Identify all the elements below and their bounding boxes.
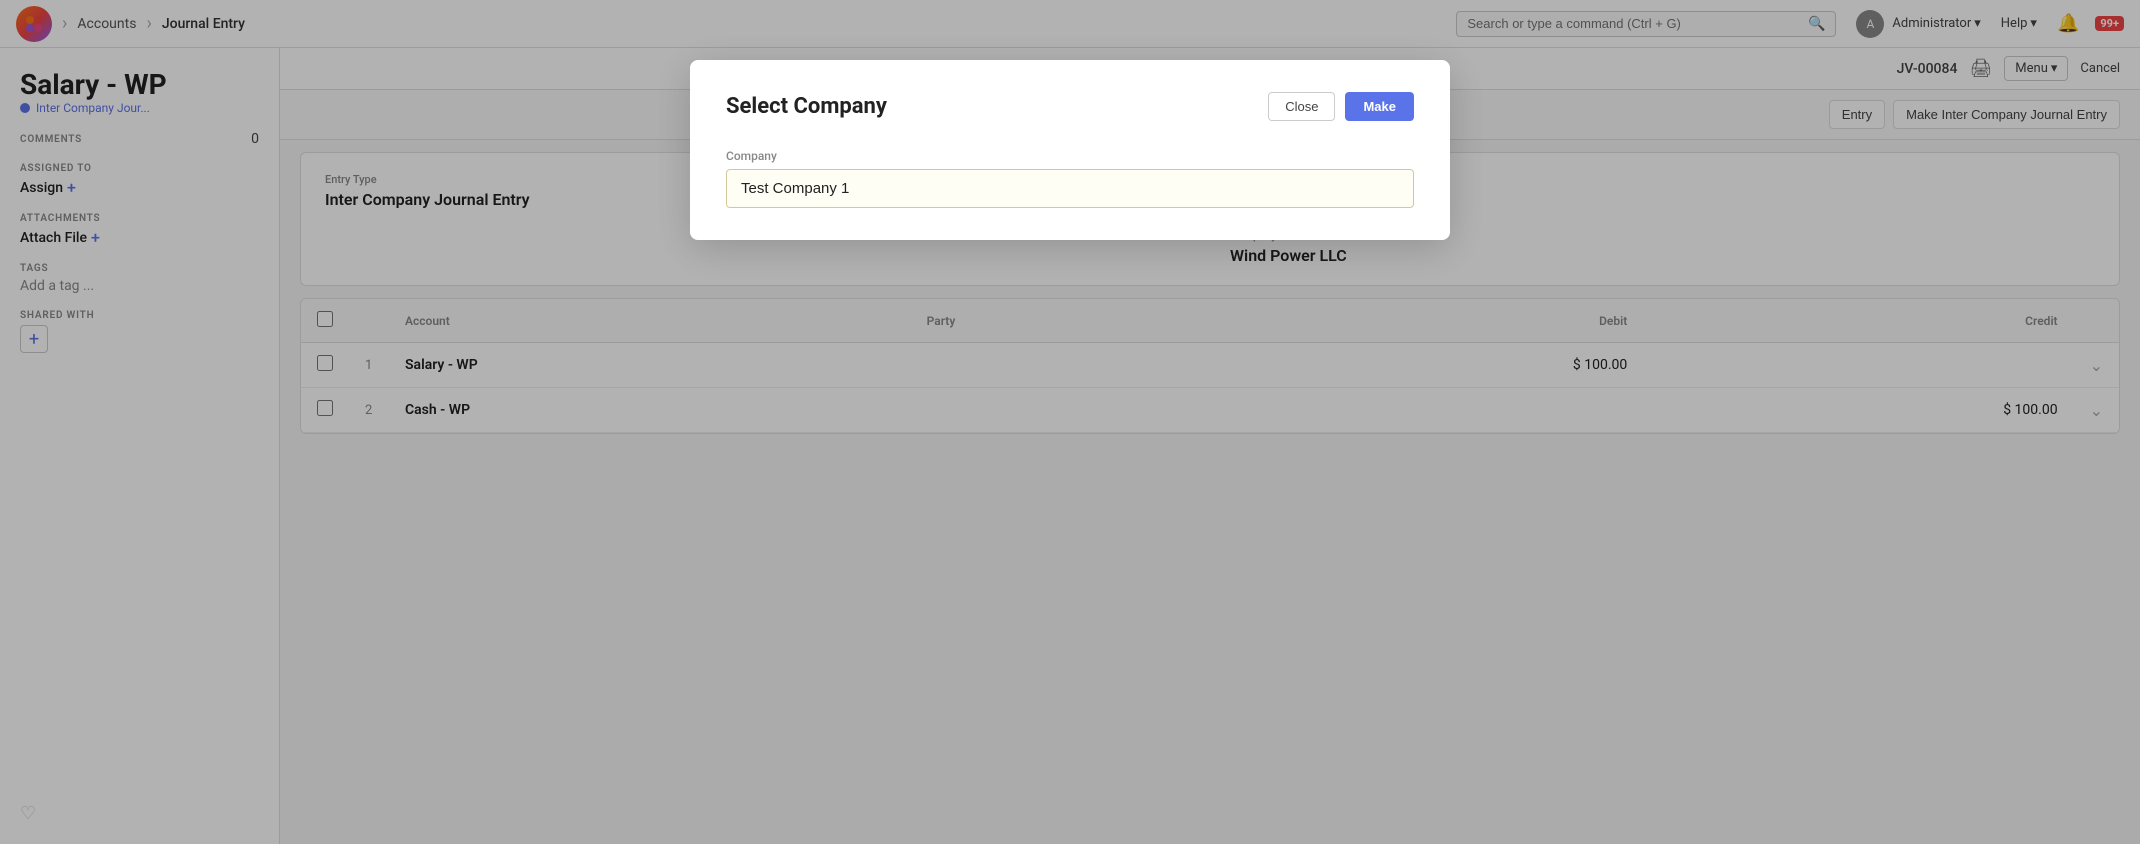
modal-close-button[interactable]: Close	[1268, 92, 1335, 121]
select-company-modal: Select Company Close Make Company	[690, 60, 1450, 240]
modal-overlay[interactable]: Select Company Close Make Company	[0, 0, 2140, 844]
modal-company-field: Company	[726, 149, 1414, 208]
modal-header: Select Company Close Make	[726, 92, 1414, 121]
modal-company-input[interactable]	[726, 169, 1414, 208]
modal-actions: Close Make	[1268, 92, 1414, 121]
modal-company-label: Company	[726, 149, 1414, 163]
modal-make-button[interactable]: Make	[1345, 92, 1414, 121]
modal-title: Select Company	[726, 94, 887, 119]
